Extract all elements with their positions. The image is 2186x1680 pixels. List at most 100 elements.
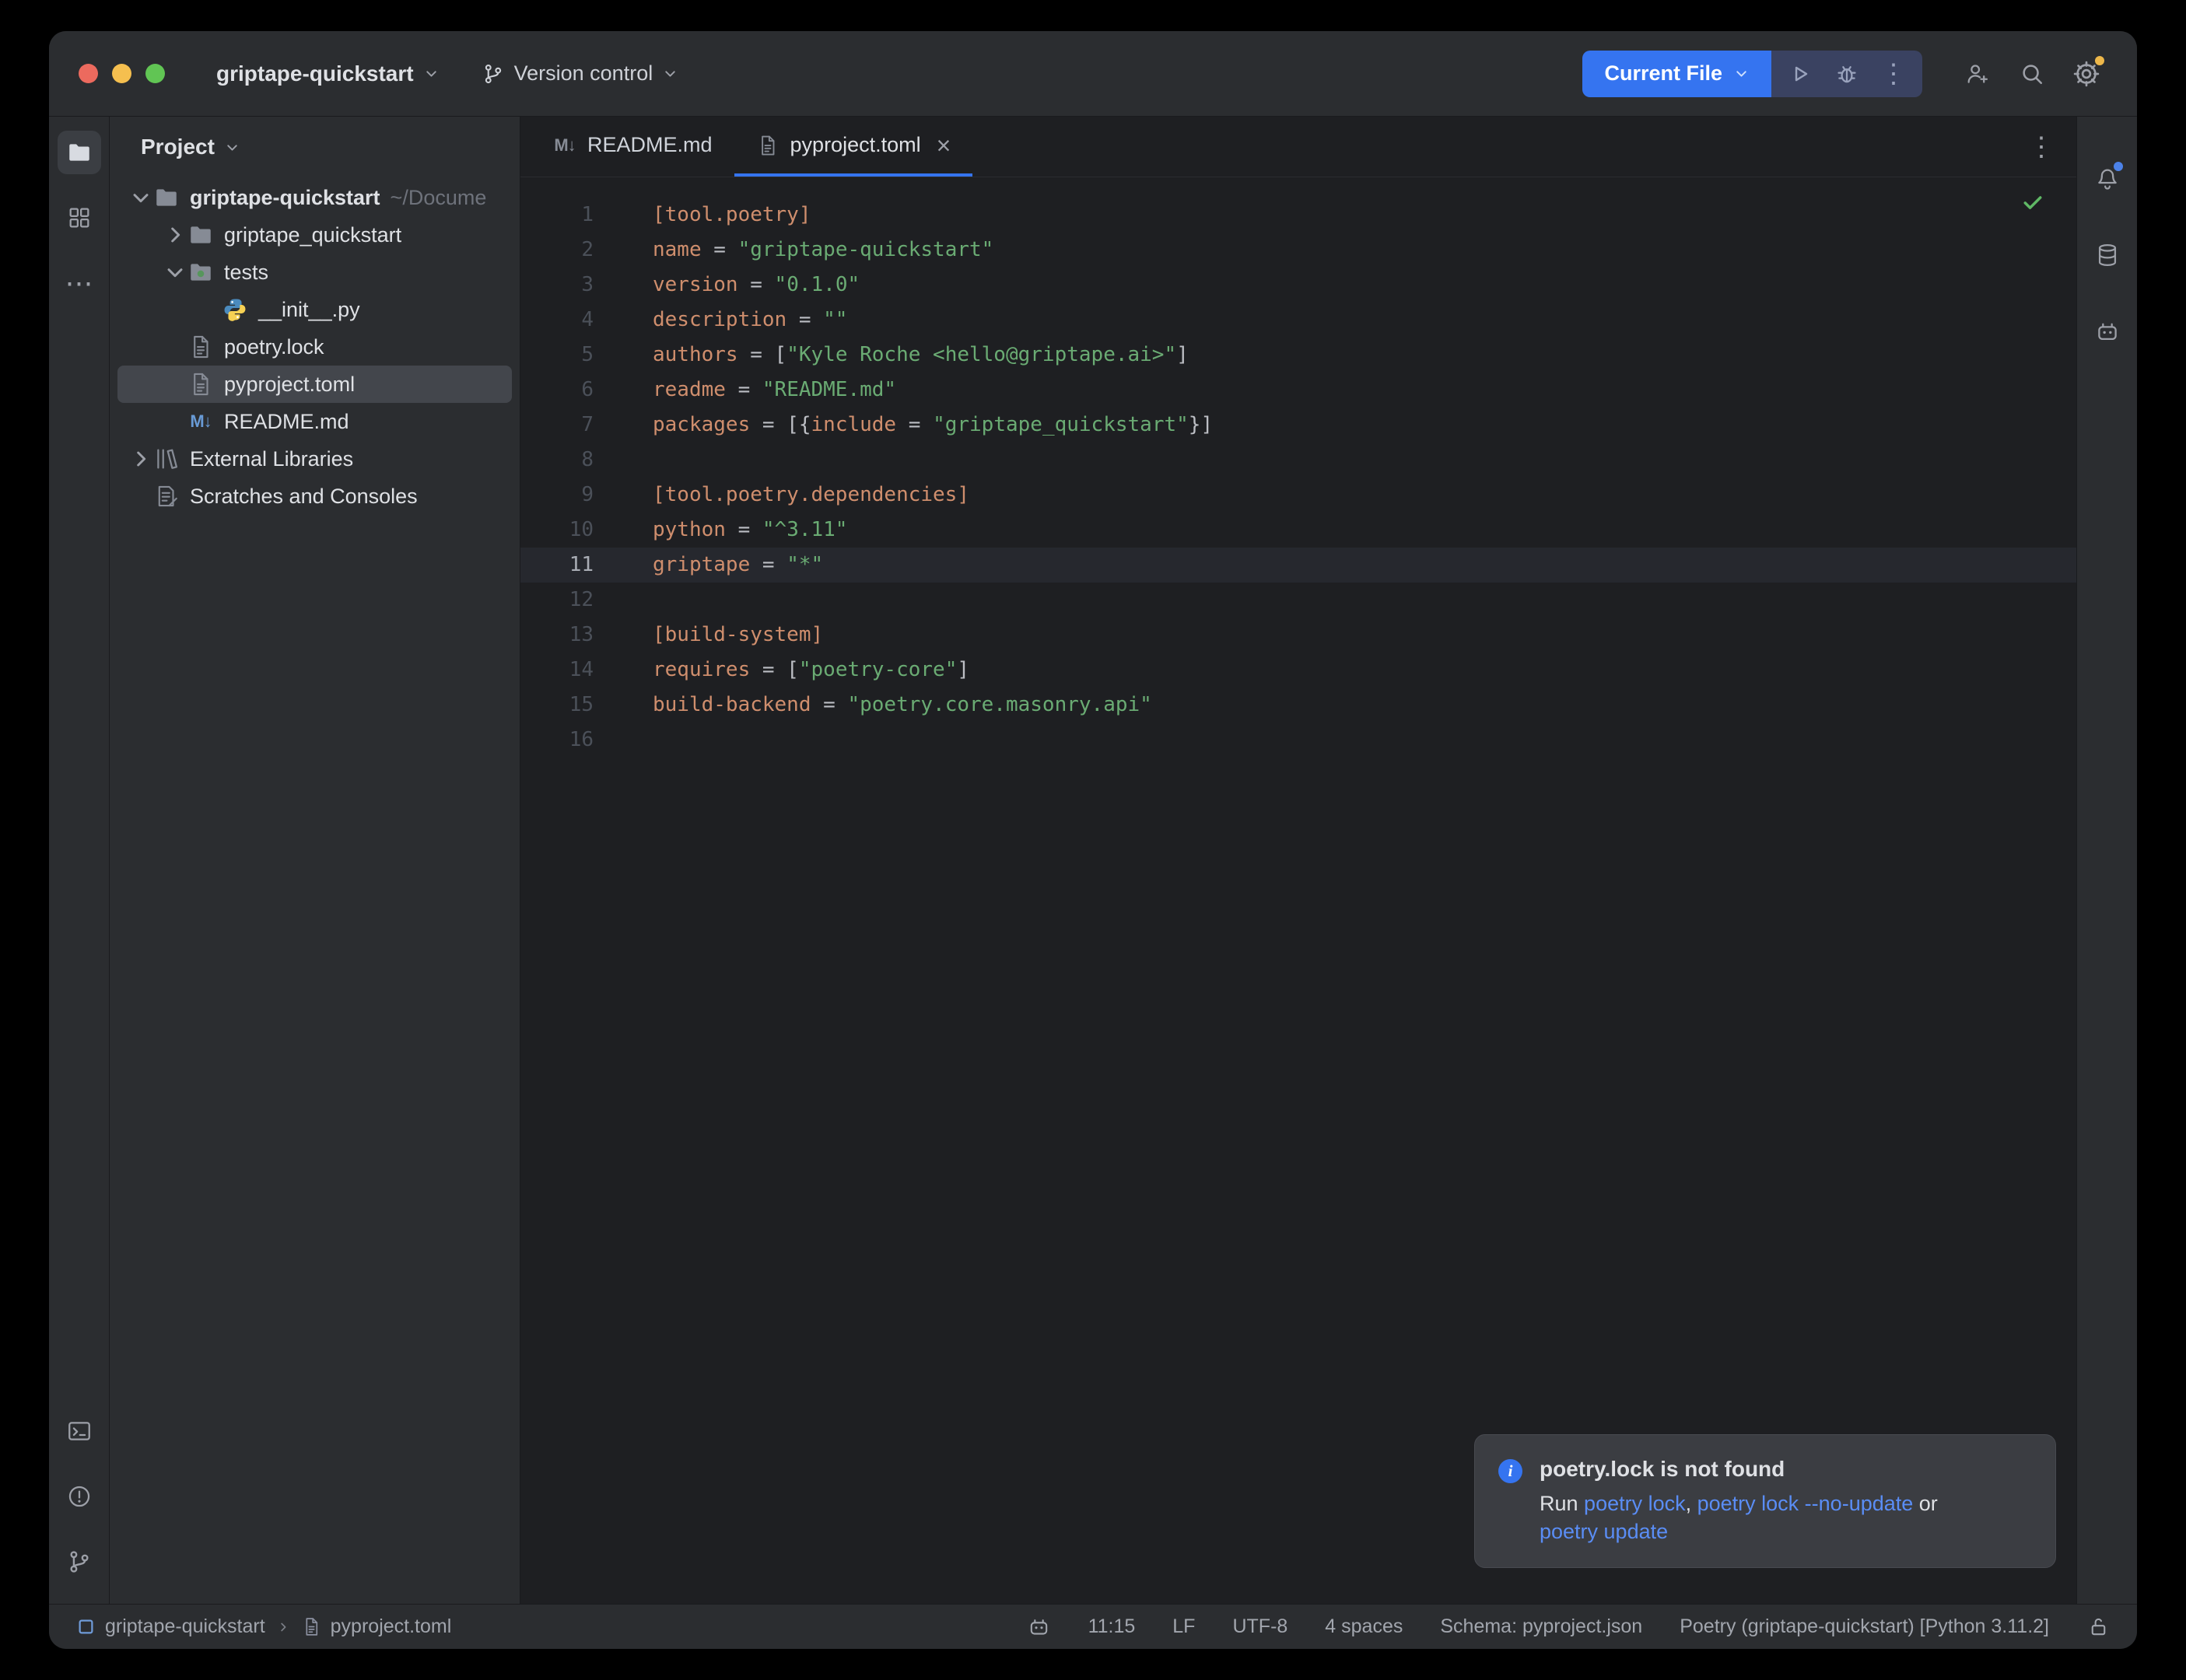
notification-link-poetry-update[interactable]: poetry update bbox=[1540, 1520, 1668, 1543]
run-button[interactable] bbox=[1779, 53, 1821, 95]
code-line-3[interactable]: 3version = "0.1.0" bbox=[520, 268, 2076, 303]
code-line-14[interactable]: 14requires = ["poetry-core"] bbox=[520, 653, 2076, 688]
python-interpreter[interactable]: Poetry (griptape-quickstart) [Python 3.1… bbox=[1680, 1615, 2049, 1638]
tree-item-label: poetry.lock bbox=[224, 335, 324, 359]
tree-item-poetry-lock[interactable]: poetry.lock bbox=[117, 328, 512, 366]
code-line-7[interactable]: 7packages = [{include = "griptape_quicks… bbox=[520, 408, 2076, 443]
code-line-5[interactable]: 5authors = ["Kyle Roche <hello@griptape.… bbox=[520, 338, 2076, 373]
tab-pyproject-toml[interactable]: pyproject.toml× bbox=[734, 117, 973, 177]
database-tool-button[interactable] bbox=[2086, 233, 2129, 277]
tree-item-pyproject-toml[interactable]: pyproject.toml bbox=[117, 366, 512, 403]
code-line-13[interactable]: 13[build-system] bbox=[520, 618, 2076, 653]
tree-item-init-py[interactable]: __init__.py bbox=[117, 291, 512, 328]
search-everywhere-button[interactable] bbox=[2011, 53, 2053, 95]
line-number[interactable]: 9 bbox=[520, 478, 622, 513]
line-number[interactable]: 2 bbox=[520, 233, 622, 268]
commit-tool-button[interactable] bbox=[58, 1540, 101, 1584]
tree-item-griptape-quickstart[interactable]: griptape-quickstart~/Docume bbox=[117, 179, 512, 216]
chevron-down-icon[interactable] bbox=[163, 260, 187, 285]
line-number[interactable]: 16 bbox=[520, 723, 622, 758]
zoom-window-button[interactable] bbox=[145, 64, 165, 83]
chevron-down-icon bbox=[662, 65, 678, 82]
line-number[interactable]: 12 bbox=[520, 583, 622, 618]
code-line-6[interactable]: 6readme = "README.md" bbox=[520, 373, 2076, 408]
ide-window: griptape-quickstart Version control Curr… bbox=[49, 31, 2137, 1649]
tree-item-tests[interactable]: tests bbox=[117, 254, 512, 291]
ai-assistant-button[interactable] bbox=[2086, 310, 2129, 353]
line-number[interactable]: 13 bbox=[520, 618, 622, 653]
readonly-toggle[interactable] bbox=[2086, 1615, 2111, 1639]
line-number[interactable]: 6 bbox=[520, 373, 622, 408]
notification-link-poetry-lock[interactable]: poetry lock bbox=[1584, 1492, 1686, 1515]
status-widgets: 11:15 LF UTF-8 4 spaces Schema: pyproject.js… bbox=[1027, 1615, 2111, 1639]
caret-position[interactable]: 11:15 bbox=[1088, 1615, 1136, 1638]
code-line-9[interactable]: 9[tool.poetry.dependencies] bbox=[520, 478, 2076, 513]
project-tool-button[interactable] bbox=[58, 131, 101, 174]
code-editor[interactable]: 1[tool.poetry]2name = "griptape-quicksta… bbox=[520, 177, 2076, 1604]
line-number[interactable]: 3 bbox=[520, 268, 622, 303]
line-number[interactable]: 14 bbox=[520, 653, 622, 688]
chevron-right-icon[interactable] bbox=[128, 446, 153, 471]
inspections-ok-icon[interactable] bbox=[2019, 188, 2047, 216]
code-line-12[interactable]: 12 bbox=[520, 583, 2076, 618]
run-more-button[interactable]: ⋮ bbox=[1872, 53, 1915, 95]
code-line-4[interactable]: 4description = "" bbox=[520, 303, 2076, 338]
code-line-11[interactable]: 11griptape = "*" bbox=[520, 548, 2076, 583]
tab-options-button[interactable]: ⋮ bbox=[2020, 126, 2062, 168]
structure-tool-button[interactable] bbox=[58, 196, 101, 240]
line-separator[interactable]: LF bbox=[1172, 1615, 1195, 1638]
more-tools-button[interactable]: ⋯ bbox=[58, 261, 101, 305]
line-number[interactable]: 5 bbox=[520, 338, 622, 373]
line-number[interactable]: 1 bbox=[520, 198, 622, 233]
line-number[interactable]: 7 bbox=[520, 408, 622, 443]
notification-text: or bbox=[1913, 1492, 1938, 1515]
close-tab-icon[interactable]: × bbox=[937, 133, 951, 158]
line-number[interactable]: 11 bbox=[520, 548, 622, 583]
tab-label: README.md bbox=[587, 133, 713, 157]
settings-button[interactable] bbox=[2065, 53, 2107, 95]
code-line-8[interactable]: 8 bbox=[520, 443, 2076, 478]
debug-button[interactable] bbox=[1826, 53, 1868, 95]
tree-item-readme-md[interactable]: M↓README.md bbox=[117, 403, 512, 440]
file-encoding[interactable]: UTF-8 bbox=[1232, 1615, 1287, 1638]
chevron-down-icon[interactable] bbox=[128, 185, 153, 210]
folder-test-icon bbox=[187, 259, 214, 285]
code-line-content: readme = "README.md" bbox=[622, 373, 896, 408]
breadcrumb-label: pyproject.toml bbox=[331, 1615, 452, 1638]
tree-item-external-libraries[interactable]: External Libraries bbox=[117, 440, 512, 478]
close-window-button[interactable] bbox=[79, 64, 98, 83]
tree-item-scratches-and-consoles[interactable]: Scratches and Consoles bbox=[117, 478, 512, 515]
code-line-16[interactable]: 16 bbox=[520, 723, 2076, 758]
line-number[interactable]: 15 bbox=[520, 688, 622, 723]
run-configuration-selector[interactable]: Current File bbox=[1582, 51, 1771, 97]
code-line-content: authors = ["Kyle Roche <hello@griptape.a… bbox=[622, 338, 1189, 373]
line-number[interactable]: 10 bbox=[520, 513, 622, 548]
code-line-2[interactable]: 2name = "griptape-quickstart" bbox=[520, 233, 2076, 268]
tree-item-griptape-quickstart-1[interactable]: griptape_quickstart bbox=[117, 216, 512, 254]
project-selector[interactable]: griptape-quickstart bbox=[205, 54, 450, 94]
vcs-widget[interactable]: Version control bbox=[471, 54, 690, 93]
code-line-1[interactable]: 1[tool.poetry] bbox=[520, 198, 2076, 233]
chevron-right-icon[interactable] bbox=[163, 222, 187, 247]
notification-link-poetry-lock-no-update[interactable]: poetry lock --no-update bbox=[1697, 1492, 1914, 1515]
indent-style[interactable]: 4 spaces bbox=[1325, 1615, 1403, 1638]
code-line-content bbox=[622, 443, 653, 478]
ai-assistant-widget[interactable] bbox=[1027, 1615, 1051, 1639]
notification-popup: i poetry.lock is not found Run poetry lo… bbox=[1474, 1434, 2056, 1568]
notifications-button[interactable] bbox=[2086, 157, 2129, 201]
breadcrumb-item-griptape-quickstart[interactable]: griptape-quickstart bbox=[75, 1615, 265, 1638]
add-user-button[interactable] bbox=[1957, 53, 1999, 95]
terminal-tool-button[interactable] bbox=[58, 1409, 101, 1453]
json-schema[interactable]: Schema: pyproject.json bbox=[1440, 1615, 1642, 1638]
person-add-icon bbox=[1964, 61, 1991, 87]
code-line-10[interactable]: 10python = "^3.11" bbox=[520, 513, 2076, 548]
problems-tool-button[interactable] bbox=[58, 1475, 101, 1518]
code-line-15[interactable]: 15build-backend = "poetry.core.masonry.a… bbox=[520, 688, 2076, 723]
project-panel-header[interactable]: Project bbox=[110, 117, 520, 177]
info-icon: i bbox=[1498, 1459, 1522, 1483]
line-number[interactable]: 8 bbox=[520, 443, 622, 478]
minimize-window-button[interactable] bbox=[112, 64, 131, 83]
breadcrumb-item-pyproject-toml[interactable]: pyproject.toml bbox=[301, 1615, 452, 1638]
line-number[interactable]: 4 bbox=[520, 303, 622, 338]
tab-readme-md[interactable]: M↓README.md bbox=[531, 117, 734, 177]
